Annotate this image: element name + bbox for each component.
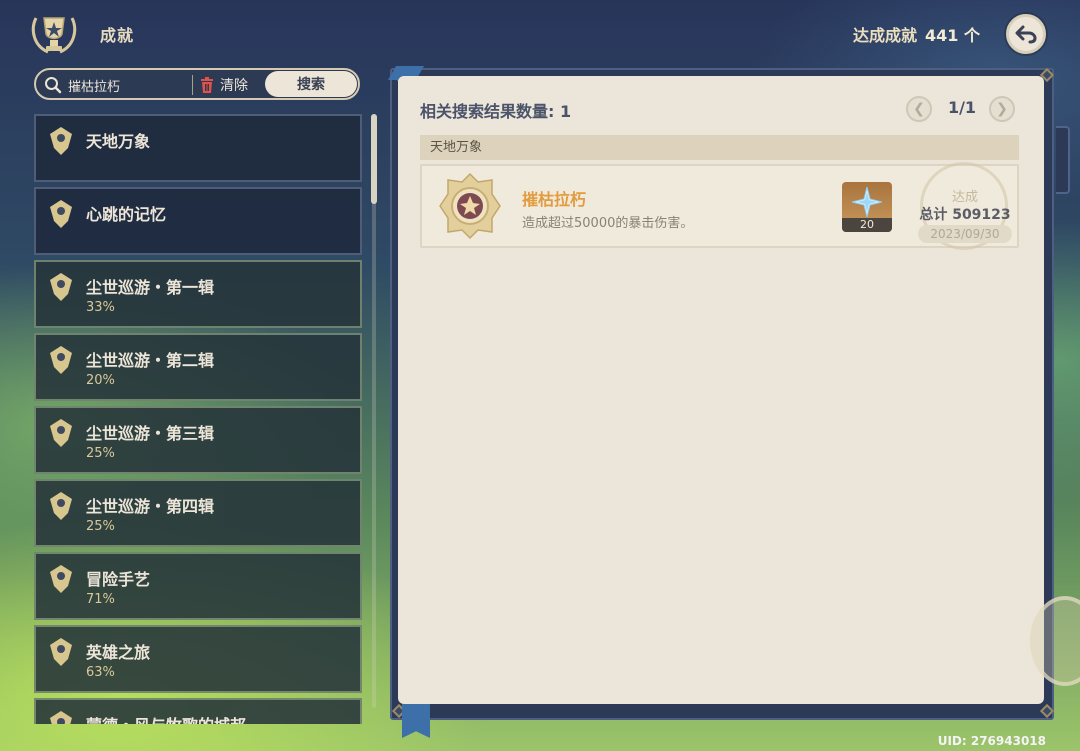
category-badge-icon bbox=[50, 273, 72, 301]
category-name: 尘世巡游・第二辑 bbox=[86, 351, 215, 370]
category-name: 蒙德・风与牧歌的城邦 bbox=[86, 712, 246, 724]
category-percent: 25% bbox=[86, 519, 115, 534]
category-item[interactable]: 尘世巡游・第一辑 33% bbox=[34, 260, 362, 328]
category-badge-icon bbox=[50, 638, 72, 666]
category-percent: 71% bbox=[86, 592, 115, 607]
achievement-total-label: 达成成就 bbox=[853, 26, 918, 45]
category-name: 天地万象 bbox=[86, 132, 151, 151]
completion-status: 达成 bbox=[951, 190, 978, 205]
category-badge-icon bbox=[50, 711, 72, 724]
achievement-total-value: 441 个 bbox=[925, 26, 980, 45]
chevron-left-icon: ❮ bbox=[913, 101, 925, 117]
achievement-name: 摧枯拉朽 bbox=[522, 190, 587, 209]
category-item[interactable]: 尘世巡游・第四辑 25% bbox=[34, 479, 362, 547]
category-name: 尘世巡游・第四辑 bbox=[86, 497, 215, 516]
category-item[interactable]: 尘世巡游・第二辑 20% bbox=[34, 333, 362, 401]
trash-icon bbox=[201, 77, 213, 93]
uid-label: UID: 276943018 bbox=[937, 734, 1046, 748]
next-page-button[interactable]: ❯ bbox=[989, 96, 1015, 122]
category-name: 尘世巡游・第一辑 bbox=[86, 278, 215, 297]
panel-side-tab bbox=[1056, 126, 1070, 194]
category-badge-icon bbox=[50, 346, 72, 374]
category-percent: 20% bbox=[86, 373, 115, 388]
search-input[interactable] bbox=[68, 75, 218, 95]
category-list: 天地万象 心跳的记忆 尘世巡游・第一辑 33% 尘世巡游・第二辑 20% 尘世巡… bbox=[34, 114, 364, 724]
completion-stamp: 达成 总计 509123 2023/09/30 bbox=[912, 162, 1018, 250]
category-item[interactable]: 心跳的记忆 bbox=[34, 187, 362, 255]
category-item[interactable]: 冒险手艺 71% bbox=[34, 552, 362, 620]
category-percent: 25% bbox=[86, 446, 115, 461]
achievement-description: 造成超过50000的暴击伤害。 bbox=[522, 216, 694, 231]
category-item[interactable]: 尘世巡游・第三辑 25% bbox=[34, 406, 362, 474]
header: 成就 达成成就 441 个 bbox=[0, 0, 1080, 66]
category-item[interactable]: 天地万象 bbox=[34, 114, 362, 182]
prev-page-button[interactable]: ❮ bbox=[906, 96, 932, 122]
primogem-icon bbox=[851, 186, 883, 218]
category-item[interactable]: 蒙德・风与牧歌的城邦 bbox=[34, 698, 362, 724]
category-percent: 63% bbox=[86, 665, 115, 680]
result-count: 相关搜索结果数量: 1 bbox=[420, 102, 572, 121]
trophy-emblem-icon bbox=[26, 8, 82, 60]
clear-button[interactable]: 清除 bbox=[200, 74, 248, 96]
achievement-card[interactable]: 摧枯拉朽 造成超过50000的暴击伤害。 20 达成 总计 509123 202… bbox=[420, 162, 1019, 250]
category-percent: 33% bbox=[86, 300, 115, 315]
reward-item[interactable]: 20 bbox=[842, 182, 892, 232]
chevron-right-icon: ❯ bbox=[996, 101, 1008, 117]
category-name: 心跳的记忆 bbox=[86, 205, 167, 224]
category-name: 尘世巡游・第三辑 bbox=[86, 424, 215, 443]
category-badge-icon bbox=[50, 127, 72, 155]
page-title: 成就 bbox=[100, 26, 135, 45]
achievement-badge-icon bbox=[439, 172, 501, 240]
bookmark-ribbon bbox=[402, 704, 430, 738]
page-indicator: 1/1 bbox=[947, 98, 977, 117]
completion-total: 总计 509123 bbox=[919, 207, 1011, 223]
category-badge-icon bbox=[50, 565, 72, 593]
search-button[interactable]: 搜索 bbox=[265, 71, 357, 97]
category-name: 冒险手艺 bbox=[86, 570, 151, 589]
category-item[interactable]: 英雄之旅 63% bbox=[34, 625, 362, 693]
back-arrow-icon bbox=[1015, 25, 1037, 44]
category-badge-icon bbox=[50, 419, 72, 447]
category-scrollbar-thumb[interactable] bbox=[371, 114, 377, 204]
result-group-header: 天地万象 bbox=[420, 135, 1019, 160]
achievement-total: 达成成就 441 个 bbox=[853, 22, 980, 46]
search-icon bbox=[45, 77, 62, 94]
completion-date: 2023/09/30 bbox=[918, 225, 1012, 243]
clear-button-label: 清除 bbox=[220, 78, 248, 94]
reward-quantity: 20 bbox=[842, 218, 892, 232]
category-name: 英雄之旅 bbox=[86, 643, 151, 662]
search-bar: 清除 搜索 bbox=[34, 68, 360, 100]
category-badge-icon bbox=[50, 200, 72, 228]
category-badge-icon bbox=[50, 492, 72, 520]
search-divider bbox=[192, 75, 193, 95]
back-button[interactable] bbox=[1006, 14, 1046, 54]
